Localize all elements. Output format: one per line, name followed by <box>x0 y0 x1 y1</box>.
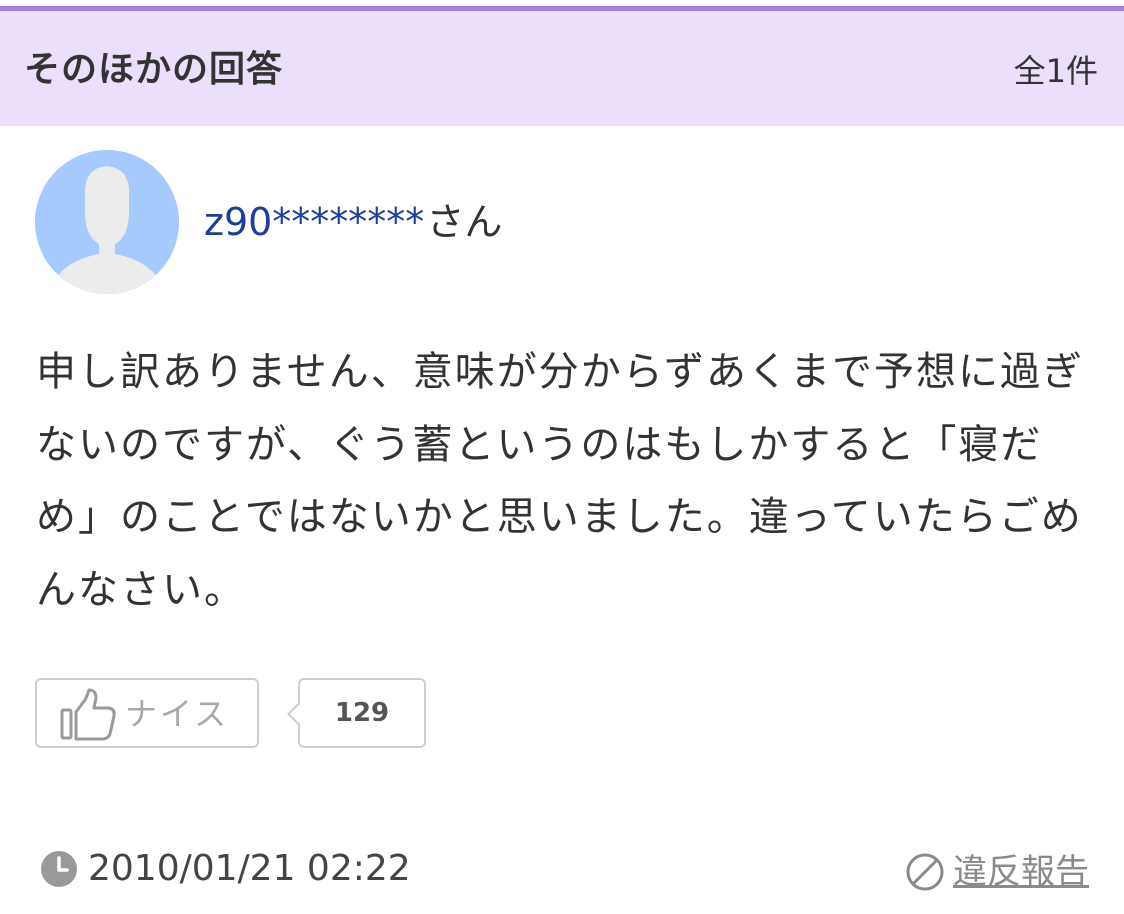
section-header: そのほかの回答 全1件 <box>0 11 1124 126</box>
nice-label: ナイス <box>125 695 230 733</box>
section-title: そのほかの回答 <box>24 49 284 90</box>
nice-button[interactable]: ナイス <box>35 678 259 748</box>
answer-card: そのほかの回答 全1件 z90********さん 申し訳ありません、意味が分か… <box>0 0 1124 914</box>
author-name-link[interactable]: z90******** <box>204 200 424 244</box>
author: z90********さん <box>204 198 502 246</box>
default-user-avatar-icon <box>35 150 179 294</box>
answer-count: 全1件 <box>1013 52 1098 90</box>
answer-timestamp: 2010/01/21 02:22 <box>88 848 411 889</box>
author-honorific: さん <box>426 200 503 244</box>
thumbs-up-icon <box>60 688 116 741</box>
header-accent-rule <box>0 0 1124 11</box>
report-label[interactable]: 違反報告 <box>953 850 1089 894</box>
clock-icon <box>41 851 77 887</box>
prohibited-icon <box>906 853 944 891</box>
nice-count: 129 <box>334 698 390 728</box>
avatar[interactable] <box>35 150 179 294</box>
answer-body: 申し訳ありません、意味が分からずあくまで予想に過ぎないのですが、ぐう蓄というのは… <box>36 349 1084 613</box>
nice-count-badge: 129 <box>287 678 426 748</box>
